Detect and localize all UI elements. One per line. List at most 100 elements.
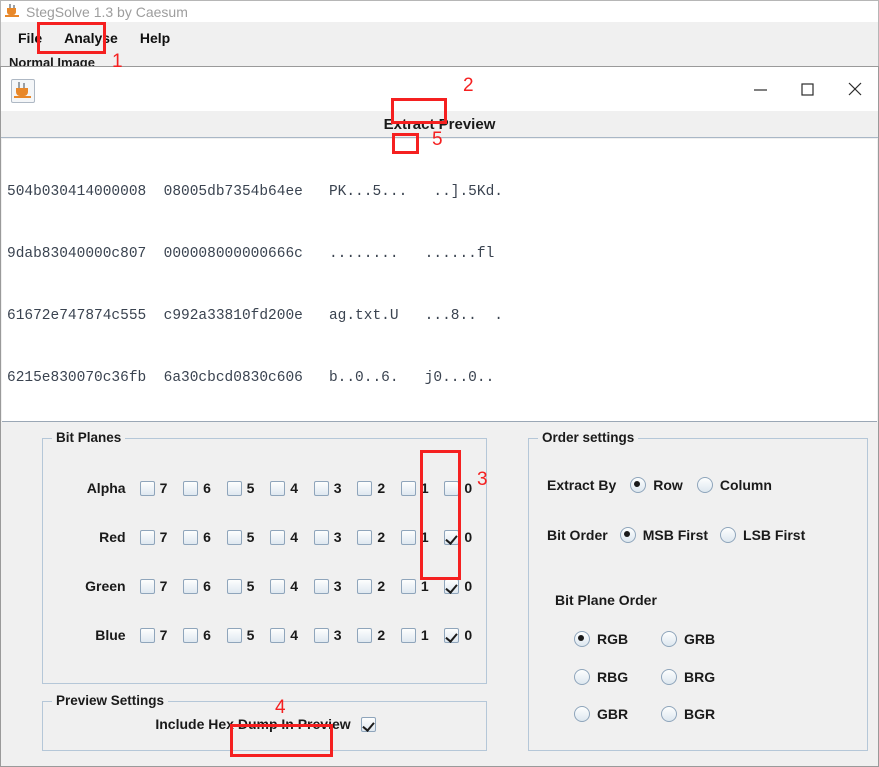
close-icon[interactable] <box>831 67 878 111</box>
checkbox-box[interactable] <box>183 627 199 643</box>
checkbox-box[interactable] <box>357 578 373 594</box>
checkbox-green-6[interactable]: 6 <box>183 578 227 594</box>
checkbox-box[interactable] <box>270 627 286 643</box>
radio-bit-order-msb-first[interactable]: MSB First <box>619 527 708 543</box>
radio-bit-plane-order-bgr[interactable]: BGR <box>661 706 715 722</box>
checkbox-blue-4[interactable]: 4 <box>270 627 314 643</box>
radio-dot[interactable] <box>661 631 677 647</box>
menu-item-help[interactable]: Help <box>130 28 180 48</box>
radio-bit-order-lsb-first[interactable]: LSB First <box>720 527 805 543</box>
checkbox-box[interactable] <box>444 480 460 496</box>
checkbox-blue-6[interactable]: 6 <box>183 627 227 643</box>
checkbox-alpha-4[interactable]: 4 <box>270 480 314 496</box>
menubar: File Analyse Help <box>2 23 878 53</box>
hex-dump-line: 504b030414000008 08005db7354b64ee PK...5… <box>7 184 503 201</box>
checkbox-red-6[interactable]: 6 <box>183 529 227 545</box>
checkbox-green-5[interactable]: 5 <box>226 578 271 594</box>
checkbox-red-4[interactable]: 4 <box>270 529 314 545</box>
radio-dot[interactable] <box>661 706 677 722</box>
checkbox-red-2[interactable]: 2 <box>357 529 401 545</box>
radio-bit-plane-order-rbg[interactable]: RBG <box>574 669 628 685</box>
checkbox-alpha-5[interactable]: 5 <box>226 480 271 496</box>
checkbox-box[interactable] <box>400 627 416 643</box>
hex-dump-textarea[interactable]: 504b030414000008 08005db7354b64ee PK...5… <box>2 139 877 422</box>
radio-dot[interactable] <box>696 477 713 493</box>
checkbox-box[interactable] <box>270 480 286 496</box>
checkbox-box[interactable] <box>400 578 416 594</box>
minimize-icon[interactable] <box>737 67 784 111</box>
hex-dump-line: 6215e830070c36fb 6a30cbcd0830c606 b..0..… <box>7 369 495 386</box>
checkbox-red-1[interactable]: 1 <box>400 529 445 545</box>
checkbox-blue-1[interactable]: 1 <box>400 627 445 643</box>
checkbox-blue-3[interactable]: 3 <box>313 627 358 643</box>
radio-extract-by-row[interactable]: Row <box>630 477 683 493</box>
checkbox-box[interactable] <box>226 529 242 545</box>
radio-dot[interactable] <box>630 477 647 493</box>
checkbox-box[interactable] <box>226 627 242 643</box>
checkbox-green-4[interactable]: 4 <box>270 578 314 594</box>
checkbox-green-1[interactable]: 1 <box>400 578 445 594</box>
radio-dot[interactable] <box>720 527 737 543</box>
checkbox-green-7[interactable]: 7 <box>139 578 184 594</box>
checkbox-box[interactable] <box>313 627 329 643</box>
checkbox-box[interactable] <box>313 480 329 496</box>
checkbox-box[interactable] <box>270 529 286 545</box>
radio-bit-plane-order-rgb[interactable]: RGB <box>574 631 628 647</box>
radio-bit-plane-order-brg[interactable]: BRG <box>661 669 715 685</box>
checkbox-alpha-3[interactable]: 3 <box>313 480 358 496</box>
radio-extract-by-column[interactable]: Column <box>696 477 772 493</box>
checkbox-box[interactable] <box>226 578 242 594</box>
checkbox-red-3[interactable]: 3 <box>313 529 358 545</box>
checkbox-box[interactable] <box>357 480 373 496</box>
checkbox-green-2[interactable]: 2 <box>357 578 401 594</box>
menu-item-file[interactable]: File <box>8 28 52 48</box>
checkbox-box[interactable] <box>313 529 329 545</box>
checkbox-box[interactable] <box>183 480 199 496</box>
checkbox-box[interactable] <box>139 578 155 594</box>
radio-bit-plane-order-grb[interactable]: GRB <box>661 631 715 647</box>
bit-number: 4 <box>290 529 299 545</box>
checkbox-box[interactable] <box>400 529 416 545</box>
radio-dot[interactable] <box>661 669 677 685</box>
checkbox-red-5[interactable]: 5 <box>226 529 271 545</box>
bit-number: 2 <box>377 578 386 594</box>
checkbox-alpha-1[interactable]: 1 <box>400 480 445 496</box>
radio-dot[interactable] <box>574 706 590 722</box>
checkbox-blue-5[interactable]: 5 <box>226 627 271 643</box>
checkbox-blue-7[interactable]: 7 <box>139 627 184 643</box>
hex-dump-line: 61672e747874c555 c992a33810fd200e ag.txt… <box>7 307 503 324</box>
checkbox-box[interactable] <box>357 627 373 643</box>
checkbox-box[interactable] <box>183 529 199 545</box>
radio-dot[interactable] <box>619 527 636 543</box>
checkbox-box[interactable] <box>357 529 373 545</box>
checkbox-alpha-2[interactable]: 2 <box>357 480 401 496</box>
checkbox-box[interactable] <box>444 578 460 594</box>
checkbox-box[interactable] <box>139 529 155 545</box>
radio-dot[interactable] <box>574 631 590 647</box>
menu-item-analyse[interactable]: Analyse <box>54 28 128 48</box>
order-settings-group-title: Order settings <box>538 430 639 445</box>
checkbox-red-7[interactable]: 7 <box>139 529 184 545</box>
checkbox-blue-0[interactable]: 0 <box>444 627 488 643</box>
radio-bit-plane-order-gbr[interactable]: GBR <box>574 706 628 722</box>
checkbox-alpha-6[interactable]: 6 <box>183 480 227 496</box>
checkbox-green-3[interactable]: 3 <box>313 578 358 594</box>
checkbox-red-0[interactable]: 0 <box>444 529 488 545</box>
include-hex-dump-checkbox[interactable] <box>360 716 376 732</box>
checkbox-box[interactable] <box>183 578 199 594</box>
checkbox-box[interactable] <box>139 480 155 496</box>
checkbox-box[interactable] <box>226 480 242 496</box>
checkbox-alpha-7[interactable]: 7 <box>139 480 184 496</box>
maximize-icon[interactable] <box>784 67 831 111</box>
checkbox-box[interactable] <box>270 578 286 594</box>
checkbox-blue-2[interactable]: 2 <box>357 627 401 643</box>
bit-number: 7 <box>159 627 168 643</box>
checkbox-box[interactable] <box>313 578 329 594</box>
checkbox-box[interactable] <box>444 529 460 545</box>
checkbox-box[interactable] <box>400 480 416 496</box>
checkbox-box[interactable] <box>444 627 460 643</box>
checkbox-green-0[interactable]: 0 <box>444 578 488 594</box>
checkbox-box[interactable] <box>139 627 155 643</box>
checkbox-alpha-0[interactable]: 0 <box>444 480 488 496</box>
radio-dot[interactable] <box>574 669 590 685</box>
